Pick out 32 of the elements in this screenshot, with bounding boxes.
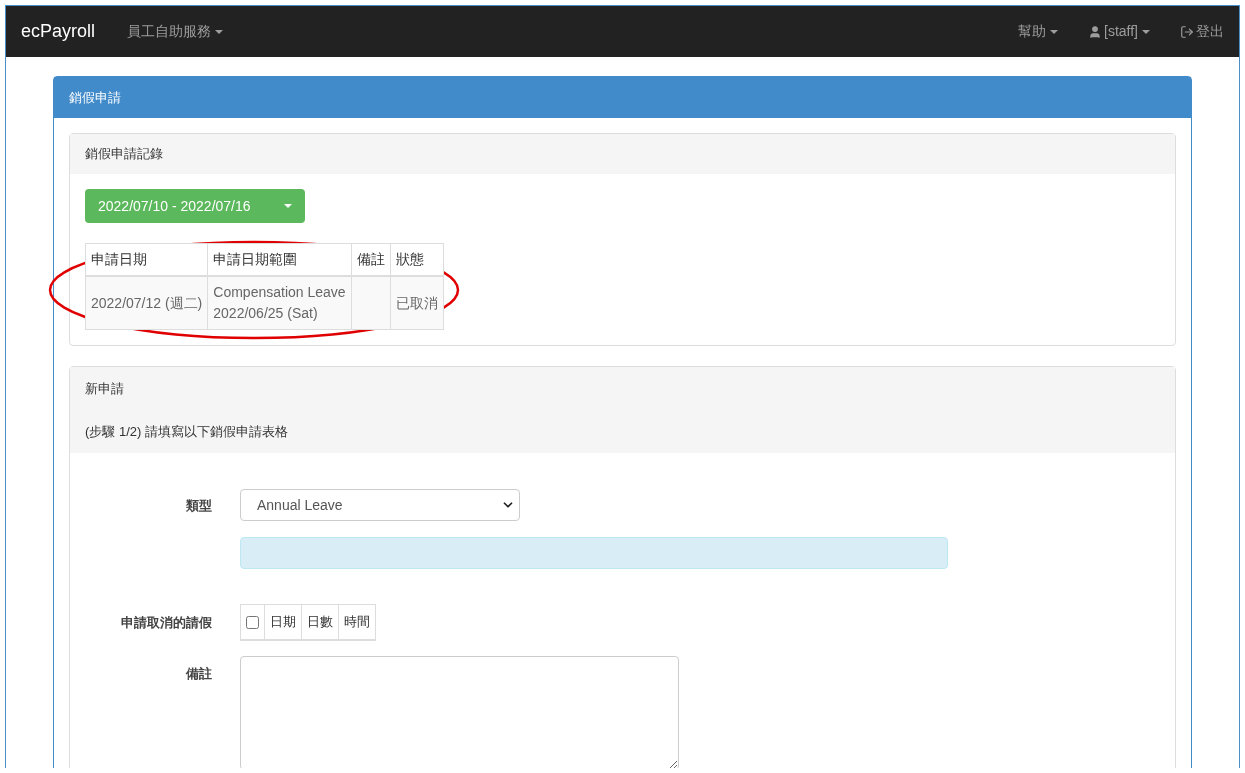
user-menu[interactable]: [staff] bbox=[1088, 21, 1150, 42]
caret-icon bbox=[284, 204, 292, 208]
column-header: 申請日期範圍 bbox=[207, 243, 352, 276]
table-cell-text: 已取消 bbox=[395, 293, 438, 313]
logout-icon bbox=[1180, 24, 1194, 39]
column-header: 備註 bbox=[351, 243, 391, 276]
column-header: 時間 bbox=[338, 604, 376, 640]
caret-icon bbox=[1142, 29, 1150, 34]
table-cell-text: Compensation Leave bbox=[213, 283, 346, 302]
nav-menu[interactable]: 員工自助服務 bbox=[127, 21, 224, 42]
type-select[interactable]: Annual Leave bbox=[240, 489, 520, 521]
table-cell-text: 2022/06/25 (Sat) bbox=[213, 304, 319, 323]
history-title: 銷假申請記錄 bbox=[70, 134, 1175, 174]
column-header: 狀態 bbox=[390, 243, 444, 276]
user-icon bbox=[1088, 24, 1102, 39]
caret-icon bbox=[1050, 29, 1058, 34]
remarks-field[interactable] bbox=[240, 655, 679, 768]
column-header: 日期 bbox=[264, 604, 302, 640]
remarks-label: 備註 bbox=[184, 664, 213, 683]
nav-menu[interactable]: 幫助 bbox=[1018, 21, 1058, 42]
logout-link[interactable]: 登出 bbox=[1180, 21, 1224, 42]
column-header: 日數 bbox=[301, 604, 339, 640]
step-text: (步驟 1/2) 請填寫以下銷假申請表格 bbox=[85, 422, 289, 441]
cancel-leave-label: 申請取消的請假 bbox=[120, 613, 213, 632]
new-request-title: 新申請 bbox=[85, 380, 125, 398]
column-header: 申請日期 bbox=[85, 243, 208, 276]
type-label: 類型 bbox=[185, 497, 213, 515]
table-cell-text: 2022/07/12 (週二) bbox=[91, 293, 203, 313]
select-all-checkbox[interactable] bbox=[246, 616, 259, 630]
brand-link[interactable]: ecPayroll bbox=[21, 18, 96, 45]
panel-title: 銷假申請 bbox=[54, 77, 1191, 118]
caret-icon bbox=[215, 29, 224, 34]
